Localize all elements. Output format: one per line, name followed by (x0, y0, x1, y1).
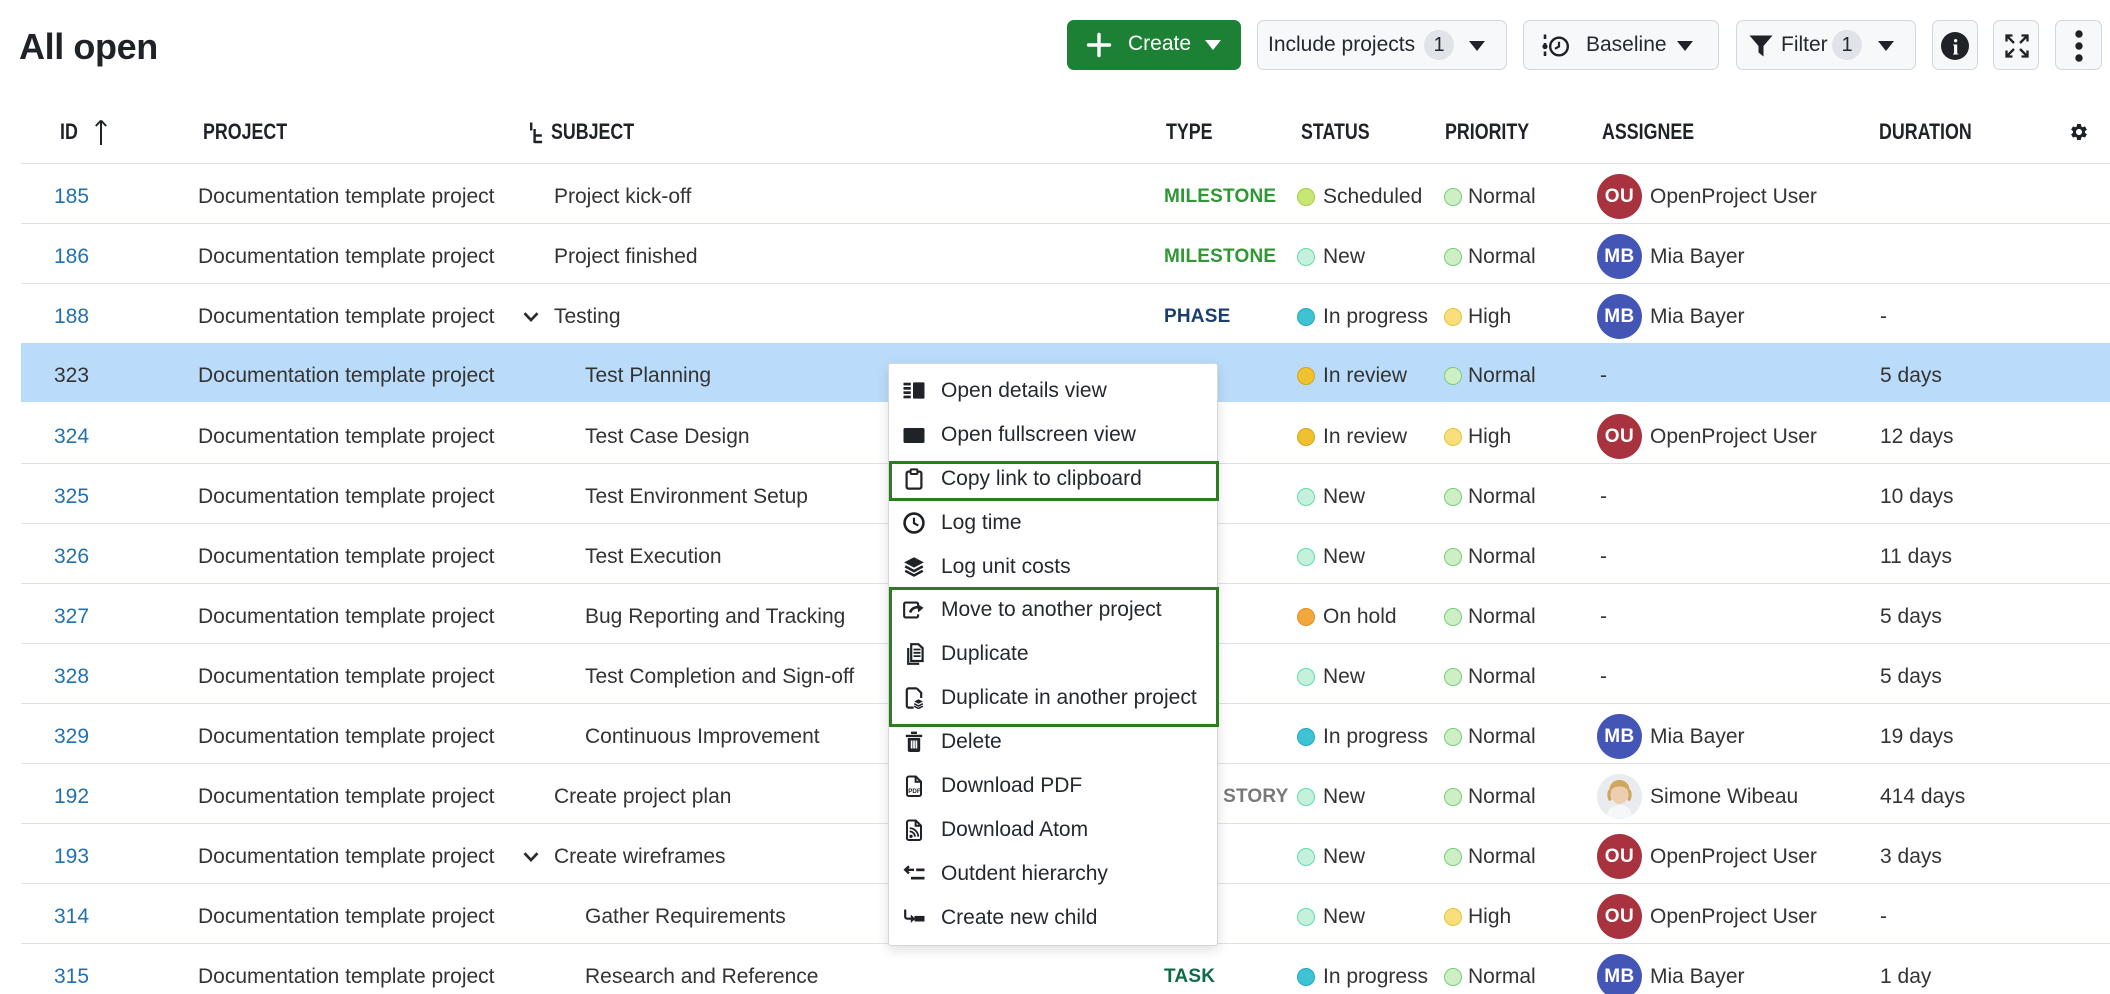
svg-text:PDF: PDF (908, 788, 921, 795)
svg-text:i: i (1952, 35, 1958, 60)
